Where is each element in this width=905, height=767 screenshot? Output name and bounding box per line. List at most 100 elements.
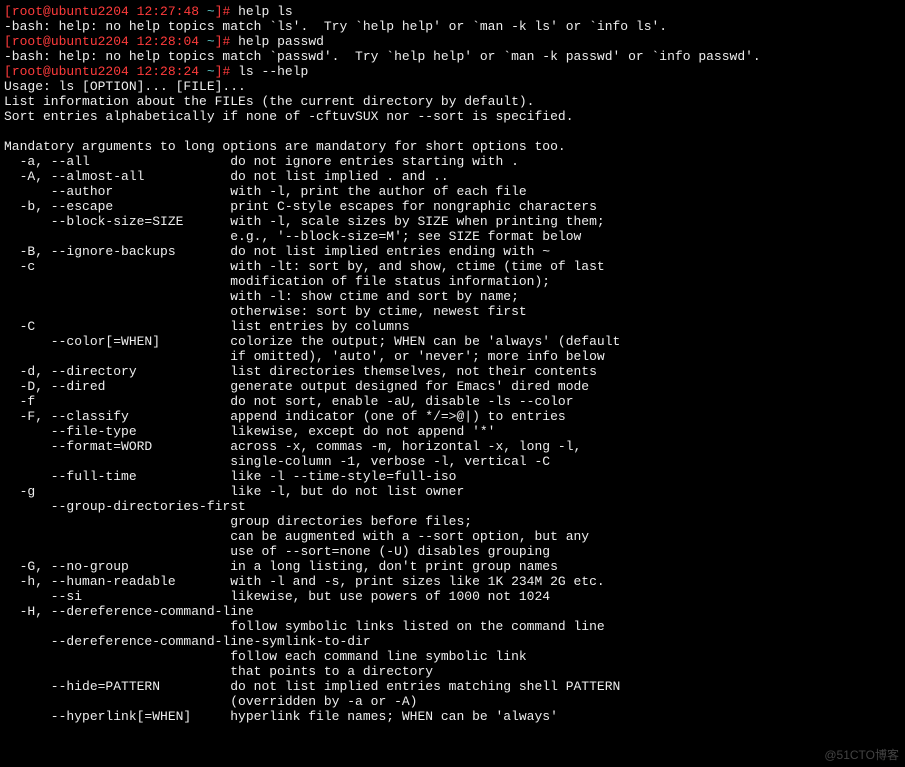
terminal-text: Usage: ls [OPTION]... [FILE]... <box>4 79 246 94</box>
terminal-text: follow symbolic links listed on the comm… <box>4 619 605 634</box>
terminal-line: -bash: help: no help topics match `ls'. … <box>4 19 901 34</box>
terminal-text: -c with -lt: sort by, and show, ctime (t… <box>4 259 605 274</box>
terminal-text: root@ubuntu2204 <box>12 34 129 49</box>
terminal-line: [root@ubuntu2204 12:28:24 ~]# ls --help <box>4 64 901 79</box>
terminal-text: List information about the FILEs (the cu… <box>4 94 535 109</box>
terminal-text: --color[=WHEN] colorize the output; WHEN… <box>4 334 620 349</box>
terminal-text: -g like -l, but do not list owner <box>4 484 464 499</box>
terminal-line: -F, --classify append indicator (one of … <box>4 409 901 424</box>
terminal-text: -C list entries by columns <box>4 319 410 334</box>
terminal-text: -F, --classify append indicator (one of … <box>4 409 566 424</box>
terminal-line: --file-type likewise, except do not appe… <box>4 424 901 439</box>
terminal-line: group directories before files; <box>4 514 901 529</box>
terminal-line: -c with -lt: sort by, and show, ctime (t… <box>4 259 901 274</box>
terminal-text: root@ubuntu2204 <box>12 4 129 19</box>
terminal-text <box>199 4 207 19</box>
terminal-line: follow each command line symbolic link <box>4 649 901 664</box>
terminal-line: [root@ubuntu2204 12:27:48 ~]# help ls <box>4 4 901 19</box>
terminal-text <box>199 34 207 49</box>
terminal-line: -h, --human-readable with -l and -s, pri… <box>4 574 901 589</box>
terminal-line: --dereference-command-line-symlink-to-di… <box>4 634 901 649</box>
terminal-text: --dereference-command-line-symlink-to-di… <box>4 634 371 649</box>
terminal-text: --group-directories-first <box>4 499 246 514</box>
terminal-line: with -l: show ctime and sort by name; <box>4 289 901 304</box>
terminal-text: that points to a directory <box>4 664 433 679</box>
terminal-line: [root@ubuntu2204 12:28:04 ~]# help passw… <box>4 34 901 49</box>
terminal-text: follow each command line symbolic link <box>4 649 527 664</box>
terminal-line: --hide=PATTERN do not list implied entri… <box>4 679 901 694</box>
terminal-text: otherwise: sort by ctime, newest first <box>4 304 527 319</box>
terminal-text: single-column -1, verbose -l, vertical -… <box>4 454 550 469</box>
terminal-text: -f do not sort, enable -aU, disable -ls … <box>4 394 574 409</box>
terminal-text <box>129 4 137 19</box>
terminal-line: -a, --all do not ignore entries starting… <box>4 154 901 169</box>
terminal-line: --si likewise, but use powers of 1000 no… <box>4 589 901 604</box>
terminal-text: -D, --dired generate output designed for… <box>4 379 589 394</box>
terminal-line: Mandatory arguments to long options are … <box>4 139 901 154</box>
terminal-output[interactable]: [root@ubuntu2204 12:27:48 ~]# help ls-ba… <box>0 0 905 728</box>
terminal-text: --hyperlink[=WHEN] hyperlink file names;… <box>4 709 558 724</box>
terminal-text: -bash: help: no help topics match `passw… <box>4 49 761 64</box>
terminal-text: -b, --escape print C-style escapes for n… <box>4 199 597 214</box>
terminal-text <box>129 34 137 49</box>
terminal-text: with -l: show ctime and sort by name; <box>4 289 519 304</box>
terminal-text: -d, --directory list directories themsel… <box>4 364 597 379</box>
terminal-line: -H, --dereference-command-line <box>4 604 901 619</box>
terminal-line: --block-size=SIZE with -l, scale sizes b… <box>4 214 901 229</box>
terminal-text: ~ <box>207 64 215 79</box>
terminal-line: -G, --no-group in a long listing, don't … <box>4 559 901 574</box>
terminal-line: --hyperlink[=WHEN] hyperlink file names;… <box>4 709 901 724</box>
terminal-text: --file-type likewise, except do not appe… <box>4 424 495 439</box>
terminal-line: --format=WORD across -x, commas -m, hori… <box>4 439 901 454</box>
terminal-line: --author with -l, print the author of ea… <box>4 184 901 199</box>
terminal-text: [ <box>4 64 12 79</box>
terminal-text: -h, --human-readable with -l and -s, pri… <box>4 574 605 589</box>
terminal-text: modification of file status information)… <box>4 274 550 289</box>
terminal-line: (overridden by -a or -A) <box>4 694 901 709</box>
terminal-text: --full-time like -l --time-style=full-is… <box>4 469 456 484</box>
terminal-text: Mandatory arguments to long options are … <box>4 139 566 154</box>
terminal-text: -A, --almost-all do not list implied . a… <box>4 169 449 184</box>
terminal-line: if omitted), 'auto', or 'never'; more in… <box>4 349 901 364</box>
terminal-text: if omitted), 'auto', or 'never'; more in… <box>4 349 605 364</box>
terminal-text <box>129 64 137 79</box>
terminal-text: group directories before files; <box>4 514 472 529</box>
terminal-line: modification of file status information)… <box>4 274 901 289</box>
terminal-text <box>199 64 207 79</box>
terminal-line: -C list entries by columns <box>4 319 901 334</box>
terminal-text: --hide=PATTERN do not list implied entri… <box>4 679 620 694</box>
terminal-line: e.g., '--block-size=M'; see SIZE format … <box>4 229 901 244</box>
terminal-line <box>4 124 901 139</box>
terminal-text: -bash: help: no help topics match `ls'. … <box>4 19 667 34</box>
terminal-text: use of --sort=none (-U) disables groupin… <box>4 544 550 559</box>
terminal-line: -g like -l, but do not list owner <box>4 484 901 499</box>
terminal-line: Sort entries alphabetically if none of -… <box>4 109 901 124</box>
terminal-text: Sort entries alphabetically if none of -… <box>4 109 574 124</box>
terminal-text: [ <box>4 4 12 19</box>
terminal-line: --color[=WHEN] colorize the output; WHEN… <box>4 334 901 349</box>
terminal-text: -G, --no-group in a long listing, don't … <box>4 559 558 574</box>
terminal-line: Usage: ls [OPTION]... [FILE]... <box>4 79 901 94</box>
terminal-text: -a, --all do not ignore entries starting… <box>4 154 519 169</box>
terminal-line: use of --sort=none (-U) disables groupin… <box>4 544 901 559</box>
terminal-text: ~ <box>207 4 215 19</box>
terminal-text: --author with -l, print the author of ea… <box>4 184 527 199</box>
terminal-text: ~ <box>207 34 215 49</box>
terminal-text: --format=WORD across -x, commas -m, hori… <box>4 439 581 454</box>
terminal-text: -B, --ignore-backups do not list implied… <box>4 244 550 259</box>
terminal-text: ls --help <box>230 64 308 79</box>
terminal-text: --block-size=SIZE with -l, scale sizes b… <box>4 214 605 229</box>
terminal-line: otherwise: sort by ctime, newest first <box>4 304 901 319</box>
terminal-line: can be augmented with a --sort option, b… <box>4 529 901 544</box>
terminal-text: --si likewise, but use powers of 1000 no… <box>4 589 550 604</box>
terminal-text: help ls <box>230 4 292 19</box>
terminal-text: ]# <box>215 64 231 79</box>
terminal-text: -H, --dereference-command-line <box>4 604 254 619</box>
terminal-line: -bash: help: no help topics match `passw… <box>4 49 901 64</box>
terminal-line: --group-directories-first <box>4 499 901 514</box>
terminal-text: root@ubuntu2204 <box>12 64 129 79</box>
terminal-text: 12:28:04 <box>137 34 199 49</box>
terminal-text: (overridden by -a or -A) <box>4 694 417 709</box>
terminal-line: single-column -1, verbose -l, vertical -… <box>4 454 901 469</box>
terminal-line: -A, --almost-all do not list implied . a… <box>4 169 901 184</box>
